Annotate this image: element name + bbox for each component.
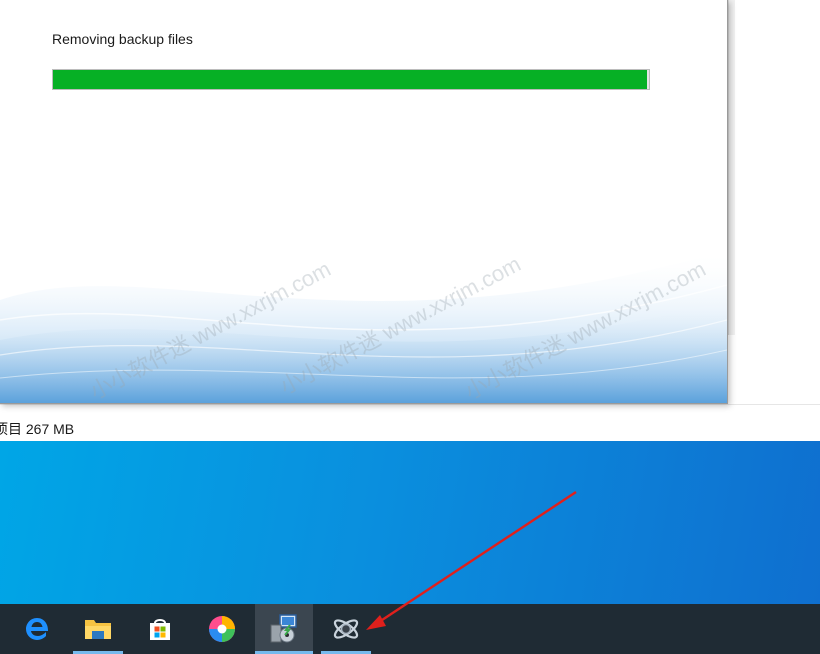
progress-status-label: Removing backup files: [52, 31, 193, 47]
store-icon: [150, 619, 170, 640]
explorer-scrollbar[interactable]: [728, 0, 735, 335]
taskbar-file-explorer-button[interactable]: [73, 604, 123, 654]
app-atom-icon: [333, 619, 359, 639]
edge-icon: [26, 618, 49, 640]
installer-dialog: Removing backup files 小小软件迷 www.xxrjm.co…: [0, 0, 728, 404]
progress-bar: [52, 69, 650, 90]
taskbar-edge-button[interactable]: [12, 604, 62, 654]
installer-icon: [270, 614, 297, 643]
desktop-background: [0, 440, 820, 604]
progress-bar-fill: [53, 70, 648, 89]
explorer-status-bar: 项目 267 MB: [0, 404, 820, 441]
taskbar-store-button[interactable]: [135, 604, 185, 654]
taskbar-photos-button[interactable]: [197, 604, 247, 654]
file-explorer-icon: [85, 620, 111, 639]
taskbar-app-button[interactable]: [321, 604, 371, 654]
dialog-background-waves: [0, 250, 727, 403]
taskbar-installer-button[interactable]: [255, 604, 313, 654]
taskbar: [0, 604, 820, 654]
photos-pinwheel-icon: [209, 616, 235, 642]
status-text: 项目 267 MB: [0, 421, 75, 437]
